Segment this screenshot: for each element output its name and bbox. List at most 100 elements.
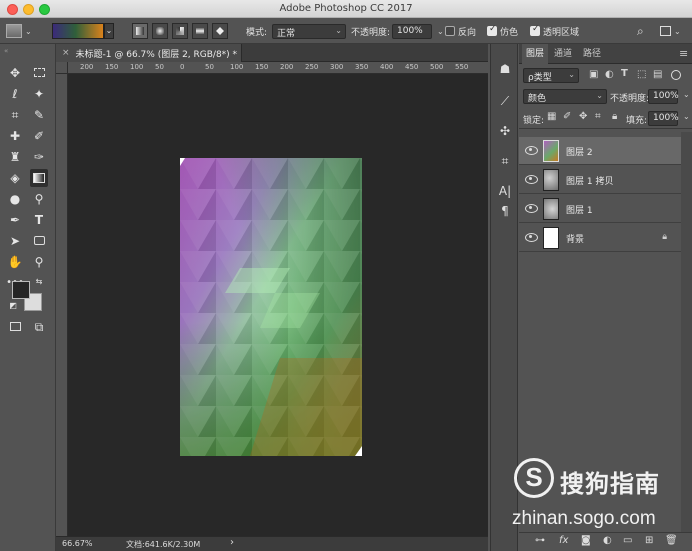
histogram-icon[interactable]: ⟋ (496, 92, 514, 110)
plugins-icon[interactable]: ✣ (496, 122, 514, 140)
link-icon[interactable]: ⊶ (535, 535, 545, 546)
linear-gradient-button[interactable] (132, 23, 148, 39)
horizontal-ruler[interactable]: 200 150 100 50 0 50 100 150 200 250 300 350 400 450 50… (68, 62, 488, 74)
reverse-checkbox[interactable]: 反向 (445, 18, 476, 44)
search-button[interactable]: ⌕ (637, 18, 644, 44)
mode-select[interactable]: 正常 ⌄ (272, 23, 346, 39)
status-menu-arrow[interactable]: › (230, 537, 234, 548)
mask-icon[interactable]: ◙ (581, 535, 591, 546)
zoom-level[interactable]: 66.67% (62, 539, 93, 548)
type-tool-icon[interactable]: T (30, 211, 48, 229)
window-title: Adobe Photoshop CC 2017 (279, 3, 413, 14)
filter-type-icon[interactable]: T (621, 68, 628, 79)
healing-brush-tool-icon[interactable]: ✚ (6, 127, 24, 145)
layer-opacity-input[interactable]: 100% (648, 89, 679, 104)
tab-layers[interactable]: 图层 (522, 44, 549, 64)
workspace-switcher[interactable]: ⌄ (660, 18, 681, 44)
diamond-gradient-button[interactable] (212, 23, 228, 39)
panel-grip-icon[interactable]: « (4, 47, 8, 55)
adjustment-icon[interactable]: ◐ (603, 535, 612, 546)
libraries-icon[interactable]: ☗ (496, 60, 514, 78)
radial-gradient-button[interactable] (152, 23, 168, 39)
transparency-checkbox[interactable]: 透明区域 (530, 18, 579, 44)
reflected-gradient-button[interactable] (192, 23, 208, 39)
tab-paths[interactable]: 路径 (579, 44, 605, 64)
ruler-origin[interactable] (56, 62, 68, 74)
filter-smart-object-icon[interactable]: ▤ (653, 69, 662, 80)
gradient-picker[interactable]: ⌄ (52, 18, 116, 44)
trash-icon[interactable]: 🗑︎ (665, 535, 678, 546)
close-tab-icon[interactable]: × (62, 48, 70, 58)
dither-checkbox[interactable]: 仿色 (487, 18, 518, 44)
chevron-down-icon[interactable]: ⌄ (683, 90, 690, 99)
layer-thumbnail (543, 198, 559, 220)
chevron-down-icon[interactable]: ⌄ (437, 27, 444, 36)
eyedropper-tool-icon[interactable]: ✎ (30, 106, 48, 124)
vertical-ruler[interactable] (56, 74, 68, 536)
visibility-eye-icon[interactable] (525, 233, 538, 242)
blur-tool-icon[interactable]: ● (6, 190, 24, 208)
hand-tool-icon[interactable]: ✋ (6, 253, 24, 271)
gradient-preview[interactable] (52, 23, 104, 39)
screen-mode-icon[interactable]: ⧉ (30, 318, 48, 336)
tab-channels[interactable]: 通道 (550, 44, 576, 64)
move-tool-icon[interactable]: ✥ (6, 64, 24, 82)
filter-type-select[interactable]: ρ类型 ⌄ (523, 68, 579, 83)
document-canvas[interactable] (180, 158, 362, 456)
gradient-tool-icon[interactable] (30, 169, 48, 187)
paragraph-icon[interactable]: ¶ (496, 202, 514, 220)
layer-row[interactable]: 图层 1 拷贝 (519, 166, 681, 194)
history-brush-tool-icon[interactable]: ✑ (30, 148, 48, 166)
crop-panel-icon[interactable]: ⌗ (496, 152, 514, 170)
new-layer-icon[interactable]: ⊞ (645, 535, 653, 546)
quick-mask-icon[interactable] (6, 318, 24, 336)
rectangle-tool-icon[interactable] (30, 232, 48, 250)
ruler-tick-label: 200 (80, 63, 94, 71)
fx-icon[interactable]: fx (559, 535, 568, 546)
tool-preset-picker[interactable]: ⌄ (6, 18, 42, 44)
lock-all-icon[interactable]: 🔒︎ (612, 111, 617, 122)
filter-toggle-icon[interactable] (671, 70, 681, 80)
foreground-color-swatch[interactable] (12, 281, 30, 299)
angle-gradient-button[interactable] (172, 23, 188, 39)
visibility-eye-icon[interactable] (525, 204, 538, 213)
opacity-value: 100% (397, 25, 423, 36)
panel-tabs: 图层 通道 路径 ≡ (519, 44, 692, 64)
clone-stamp-tool-icon[interactable]: ♜ (6, 148, 24, 166)
chevron-down-icon[interactable]: ⌄ (104, 23, 114, 39)
ruler-tick-label: 100 (230, 63, 244, 71)
lock-artboard-icon[interactable]: ⌗ (595, 111, 601, 122)
marquee-tool-icon[interactable] (30, 64, 48, 82)
lock-position-icon[interactable]: ✥ (579, 111, 587, 122)
folder-icon[interactable]: ▭ (623, 535, 632, 546)
chevron-down-icon[interactable]: ⌄ (683, 112, 690, 121)
swap-colors-icon[interactable]: ⇆ (34, 277, 44, 287)
filter-adjustment-icon[interactable]: ◐ (605, 69, 614, 80)
lasso-tool-icon[interactable]: ℓ (6, 85, 24, 103)
gradient-artwork (180, 158, 362, 456)
default-colors-icon[interactable]: ◩ (8, 301, 18, 311)
fill-input[interactable]: 100% (648, 111, 679, 126)
path-selection-tool-icon[interactable]: ➤ (6, 232, 24, 250)
layer-row[interactable]: 背景 🔒︎ (519, 224, 681, 252)
eraser-tool-icon[interactable]: ◈ (6, 169, 24, 187)
visibility-eye-icon[interactable] (525, 175, 538, 184)
dodge-tool-icon[interactable]: ⚲ (30, 190, 48, 208)
filter-shape-icon[interactable]: ⬚ (637, 69, 646, 80)
document-tab[interactable]: × 未标题-1 @ 66.7% (图层 2, RGB/8*) * (56, 44, 242, 62)
pen-tool-icon[interactable]: ✒ (6, 211, 24, 229)
crop-tool-icon[interactable]: ⌗ (6, 106, 24, 124)
layer-row[interactable]: 图层 1 (519, 195, 681, 223)
opacity-input[interactable]: 100% (392, 23, 432, 39)
filter-pixel-icon[interactable]: ▣ (589, 69, 598, 80)
character-icon[interactable]: A| (496, 182, 514, 200)
blend-mode-select[interactable]: 颜色 ⌄ (523, 89, 607, 104)
visibility-eye-icon[interactable] (525, 146, 538, 155)
layer-row[interactable]: 图层 2 (519, 137, 681, 165)
magic-wand-tool-icon[interactable]: ✦ (30, 85, 48, 103)
panel-menu-icon[interactable]: ≡ (675, 44, 692, 64)
lock-pixels-icon[interactable]: ✐ (563, 111, 571, 122)
lock-transparent-icon[interactable]: ▦ (547, 111, 556, 122)
zoom-tool-icon[interactable]: ⚲ (30, 253, 48, 271)
brush-tool-icon[interactable]: ✐ (30, 127, 48, 145)
